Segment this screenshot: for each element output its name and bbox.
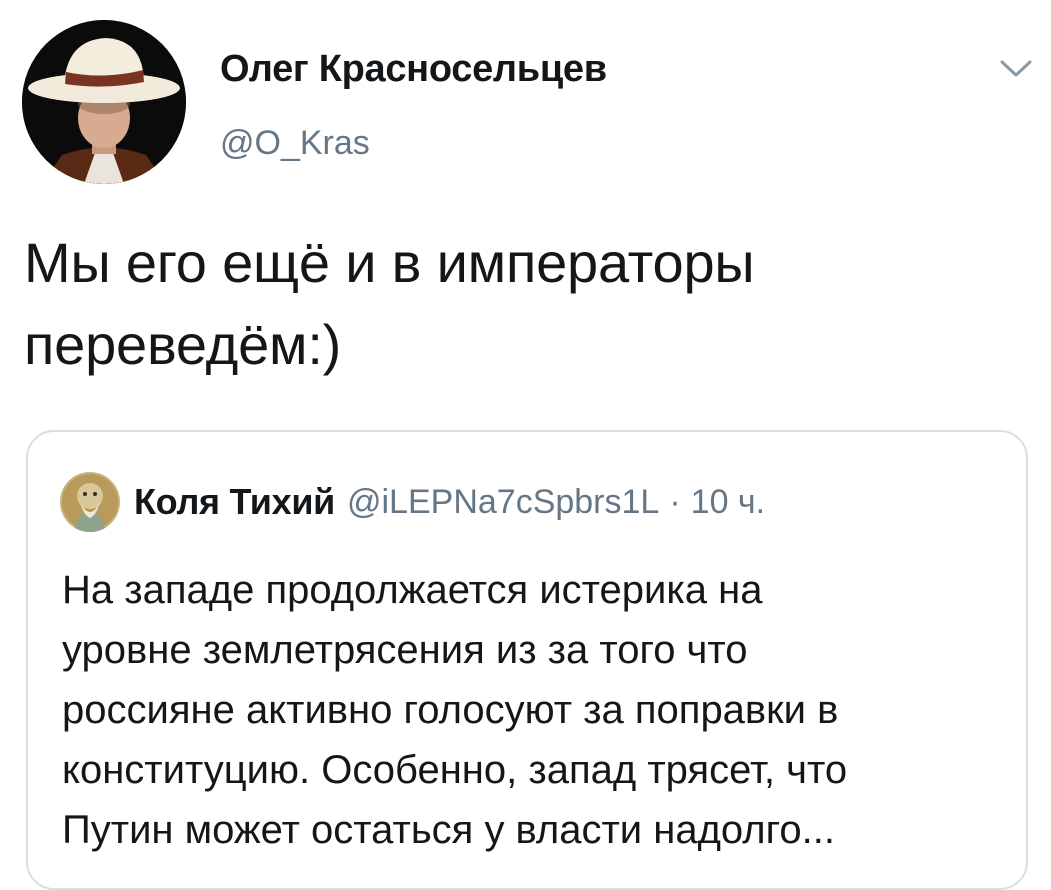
tweet-text-line: переведём:): [24, 313, 342, 376]
quoted-author-name[interactable]: Коля Тихий: [134, 481, 335, 523]
quoted-text-line: уровне землетрясения из за того что: [62, 628, 748, 672]
author-handle[interactable]: @O_Kras: [220, 124, 370, 163]
quoted-tweet-text: На западе продолжается истерика на уровн…: [62, 560, 1012, 860]
quoted-tweet-header: Коля Тихий @iLEPNa7cSpbrs1L · 10 ч.: [60, 472, 765, 532]
tweet-text-line: Мы его ещё и в императоры: [24, 231, 755, 294]
quoted-tweet-time[interactable]: 10 ч.: [691, 483, 765, 522]
quoted-tweet-card[interactable]: Коля Тихий @iLEPNa7cSpbrs1L · 10 ч. На з…: [26, 430, 1028, 890]
quoted-text-line: россияне активно голосуют за поправки в: [62, 688, 839, 732]
chevron-down-icon[interactable]: [996, 54, 1036, 82]
quoted-text-line: конституцию. Особенно, запад трясет, что: [62, 748, 848, 792]
tweet: Олег Красносельцев @O_Kras Мы его ещё и …: [0, 0, 1051, 890]
author-avatar[interactable]: [22, 20, 186, 184]
tweet-text: Мы его ещё и в императоры переведём:): [24, 222, 1024, 386]
quoted-text-line: На западе продолжается истерика на: [62, 568, 763, 612]
quoted-author-handle[interactable]: @iLEPNa7cSpbrs1L: [347, 483, 659, 522]
quoted-text-line: Путин может остаться у власти надолго...: [62, 808, 835, 852]
separator-dot: ·: [669, 482, 681, 521]
author-name[interactable]: Олег Красносельцев: [220, 48, 607, 91]
quoted-author-avatar[interactable]: [60, 472, 120, 532]
